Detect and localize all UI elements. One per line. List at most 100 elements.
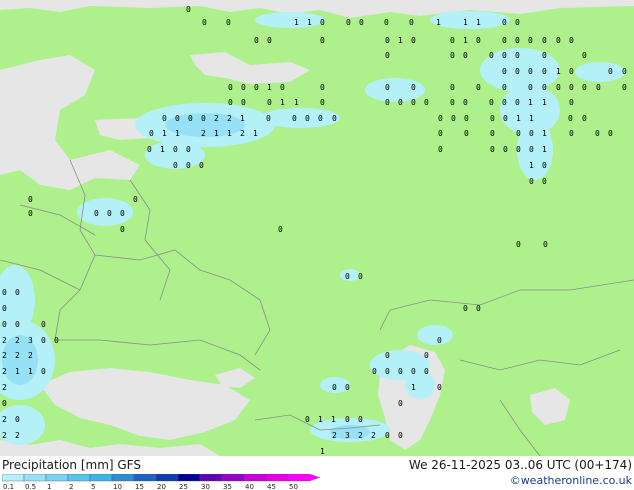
precip-marker: 0	[2, 304, 7, 313]
precip-marker: 0	[515, 36, 520, 45]
precip-marker: 1	[529, 161, 534, 170]
precip-marker: 0	[464, 129, 469, 138]
precip-marker: 0	[2, 288, 7, 297]
precip-marker: 1	[542, 98, 547, 107]
precip-marker: 0	[463, 304, 468, 313]
precip-marker: 1	[280, 98, 285, 107]
precip-marker: 0	[542, 83, 547, 92]
precip-marker: 2	[15, 431, 20, 440]
precip-marker: 0	[542, 67, 547, 76]
legend-footer: Precipitation [mm] GFS We 26-11-2025 03.…	[0, 456, 634, 490]
precip-marker: 1	[556, 67, 561, 76]
precip-marker: 2	[2, 383, 7, 392]
scale-swatch	[67, 474, 91, 482]
precip-marker: 1	[294, 18, 299, 27]
precip-marker: 2	[371, 431, 376, 440]
precip-marker: 0	[15, 288, 20, 297]
scale-swatch	[155, 474, 179, 482]
precip-marker: 0	[424, 98, 429, 107]
scale-swatch	[89, 474, 113, 482]
color-scale: 0.1 0.5 1 2 5 10 15 20 25 30 35 40 45 50	[2, 474, 320, 490]
precip-marker: 0	[490, 114, 495, 123]
precip-marker: 0	[186, 145, 191, 154]
precip-marker: 0	[476, 36, 481, 45]
precip-marker: 0	[437, 336, 442, 345]
scale-tick-label: 0.1	[3, 483, 14, 490]
precip-marker: 0	[149, 129, 154, 138]
scale-tick-label: 1	[47, 483, 51, 490]
precip-marker: 0	[622, 67, 627, 76]
precip-marker: 0	[542, 177, 547, 186]
precip-marker: 0	[278, 225, 283, 234]
precip-marker: 0	[345, 383, 350, 392]
precip-marker: 1	[160, 145, 165, 154]
precip-marker: 0	[569, 83, 574, 92]
precip-marker: 0	[489, 98, 494, 107]
scale-swatch	[111, 474, 135, 482]
precip-marker: 1	[253, 129, 258, 138]
precip-marker: 0	[411, 36, 416, 45]
precip-marker: 1	[214, 129, 219, 138]
precip-marker: 0	[201, 114, 206, 123]
precip-marker: 0	[398, 399, 403, 408]
precip-marker: 0	[345, 415, 350, 424]
precip-marker: 0	[228, 98, 233, 107]
scale-swatch	[23, 474, 47, 482]
precip-marker: 2	[214, 114, 219, 123]
precip-marker: 0	[2, 320, 7, 329]
precip-marker: 0	[385, 431, 390, 440]
scale-tick-label: 40	[245, 483, 254, 490]
precip-marker: 1	[463, 18, 468, 27]
credit-link[interactable]: ©weatheronline.co.uk	[510, 474, 632, 487]
precip-marker: 3	[28, 336, 33, 345]
precip-marker: 3	[345, 431, 350, 440]
precipitation-map[interactable]: 00 0 1 1 0 0 0 0 0 1 1 1 0 00 0 0 0 1 0 0 1 0 0 0 0 0 0 00 0 0 0 0 0 0 00 0…	[0, 0, 634, 456]
precip-marker: 2	[2, 367, 7, 376]
precip-marker: 0	[41, 320, 46, 329]
precip-marker: 0	[411, 367, 416, 376]
precip-marker: 0	[28, 195, 33, 204]
precip-marker: 2	[15, 336, 20, 345]
scale-swatch	[243, 474, 267, 482]
scale-tick-label: 2	[69, 483, 73, 490]
precip-marker: 0	[385, 83, 390, 92]
precip-marker: 0	[411, 83, 416, 92]
precip-marker: 0	[318, 114, 323, 123]
precip-marker: 0	[409, 18, 414, 27]
scale-swatch	[133, 474, 157, 482]
precip-marker: 0	[41, 336, 46, 345]
precip-marker: 0	[199, 161, 204, 170]
scale-tick-label: 50	[289, 483, 298, 490]
precip-marker: 1	[162, 129, 167, 138]
precip-marker: 2	[201, 129, 206, 138]
precip-marker: 0	[502, 67, 507, 76]
precip-marker: 0	[438, 129, 443, 138]
precip-marker: 0	[305, 415, 310, 424]
precip-marker: 0	[608, 67, 613, 76]
precip-marker: 0	[502, 98, 507, 107]
precip-marker: 0	[305, 114, 310, 123]
precip-marker: 1	[463, 36, 468, 45]
precip-marker: 1	[529, 114, 534, 123]
precip-marker: 0	[569, 98, 574, 107]
precip-marker: 0	[476, 304, 481, 313]
precip-marker: 0	[280, 83, 285, 92]
precip-marker: 0	[528, 83, 533, 92]
precip-marker: 0	[424, 367, 429, 376]
precip-marker: 2	[2, 351, 7, 360]
precip-marker: 0	[503, 145, 508, 154]
precip-marker: 0	[582, 51, 587, 60]
precip-marker: 1	[318, 415, 323, 424]
precip-marker: 0	[463, 51, 468, 60]
precip-marker: 0	[94, 209, 99, 218]
precip-marker: 0	[385, 351, 390, 360]
precip-marker: 0	[41, 367, 46, 376]
precip-marker: 0	[543, 240, 548, 249]
precip-marker: 1	[476, 18, 481, 27]
precip-marker: 1	[240, 114, 245, 123]
precip-marker: 0	[15, 415, 20, 424]
precip-marker: 0	[582, 114, 587, 123]
precip-marker: 0	[569, 36, 574, 45]
precip-marker: 0	[107, 209, 112, 218]
scale-swatch	[177, 474, 201, 482]
